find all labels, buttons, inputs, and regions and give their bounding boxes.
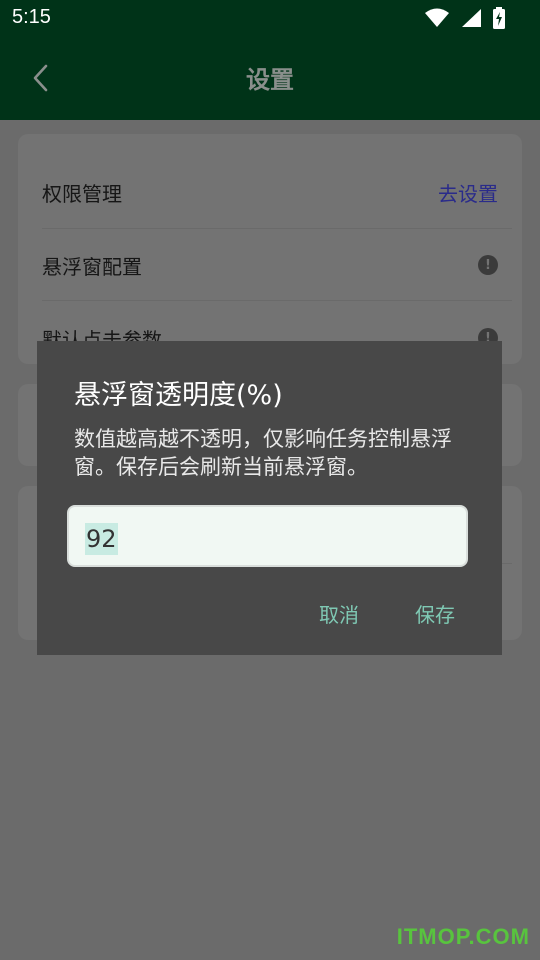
settings-item-permissions[interactable]: 权限管理 去设置 bbox=[42, 156, 498, 228]
divider bbox=[42, 300, 512, 301]
status-bar: 5:15 bbox=[0, 0, 540, 38]
status-icons bbox=[424, 6, 506, 30]
settings-card: 权限管理 去设置 悬浮窗配置 ! 默认点击参数 ! bbox=[18, 134, 522, 364]
status-time: 5:15 bbox=[12, 6, 51, 28]
wifi-icon bbox=[425, 8, 449, 27]
info-icon[interactable]: ! bbox=[478, 255, 498, 275]
page-title: 设置 bbox=[246, 66, 294, 94]
watermark: ITMOP.COM bbox=[396, 924, 530, 949]
settings-item-floating-window[interactable]: 悬浮窗配置 ! bbox=[42, 229, 498, 301]
battery-charging-icon bbox=[493, 7, 505, 29]
go-settings-link[interactable]: 去设置 bbox=[438, 178, 498, 207]
dialog-message: 数值越高越不透明，仅影响任务控制悬浮窗。保存后会刷新当前悬浮窗。 bbox=[74, 427, 452, 479]
settings-item-label: 权限管理 bbox=[42, 181, 122, 206]
cancel-button[interactable]: 取消 bbox=[319, 599, 359, 628]
opacity-input[interactable]: 92 bbox=[67, 505, 468, 567]
settings-item-label: 悬浮窗配置 bbox=[42, 254, 142, 279]
save-button[interactable]: 保存 bbox=[415, 599, 455, 628]
opacity-dialog: 悬浮窗透明度(%) 数值越高越不透明，仅影响任务控制悬浮窗。保存后会刷新当前悬浮… bbox=[37, 341, 502, 655]
opacity-input-value[interactable]: 92 bbox=[85, 523, 118, 555]
signal-icon bbox=[462, 9, 481, 27]
dialog-title: 悬浮窗透明度(%) bbox=[74, 380, 283, 411]
app-bar: 设置 bbox=[0, 38, 540, 120]
